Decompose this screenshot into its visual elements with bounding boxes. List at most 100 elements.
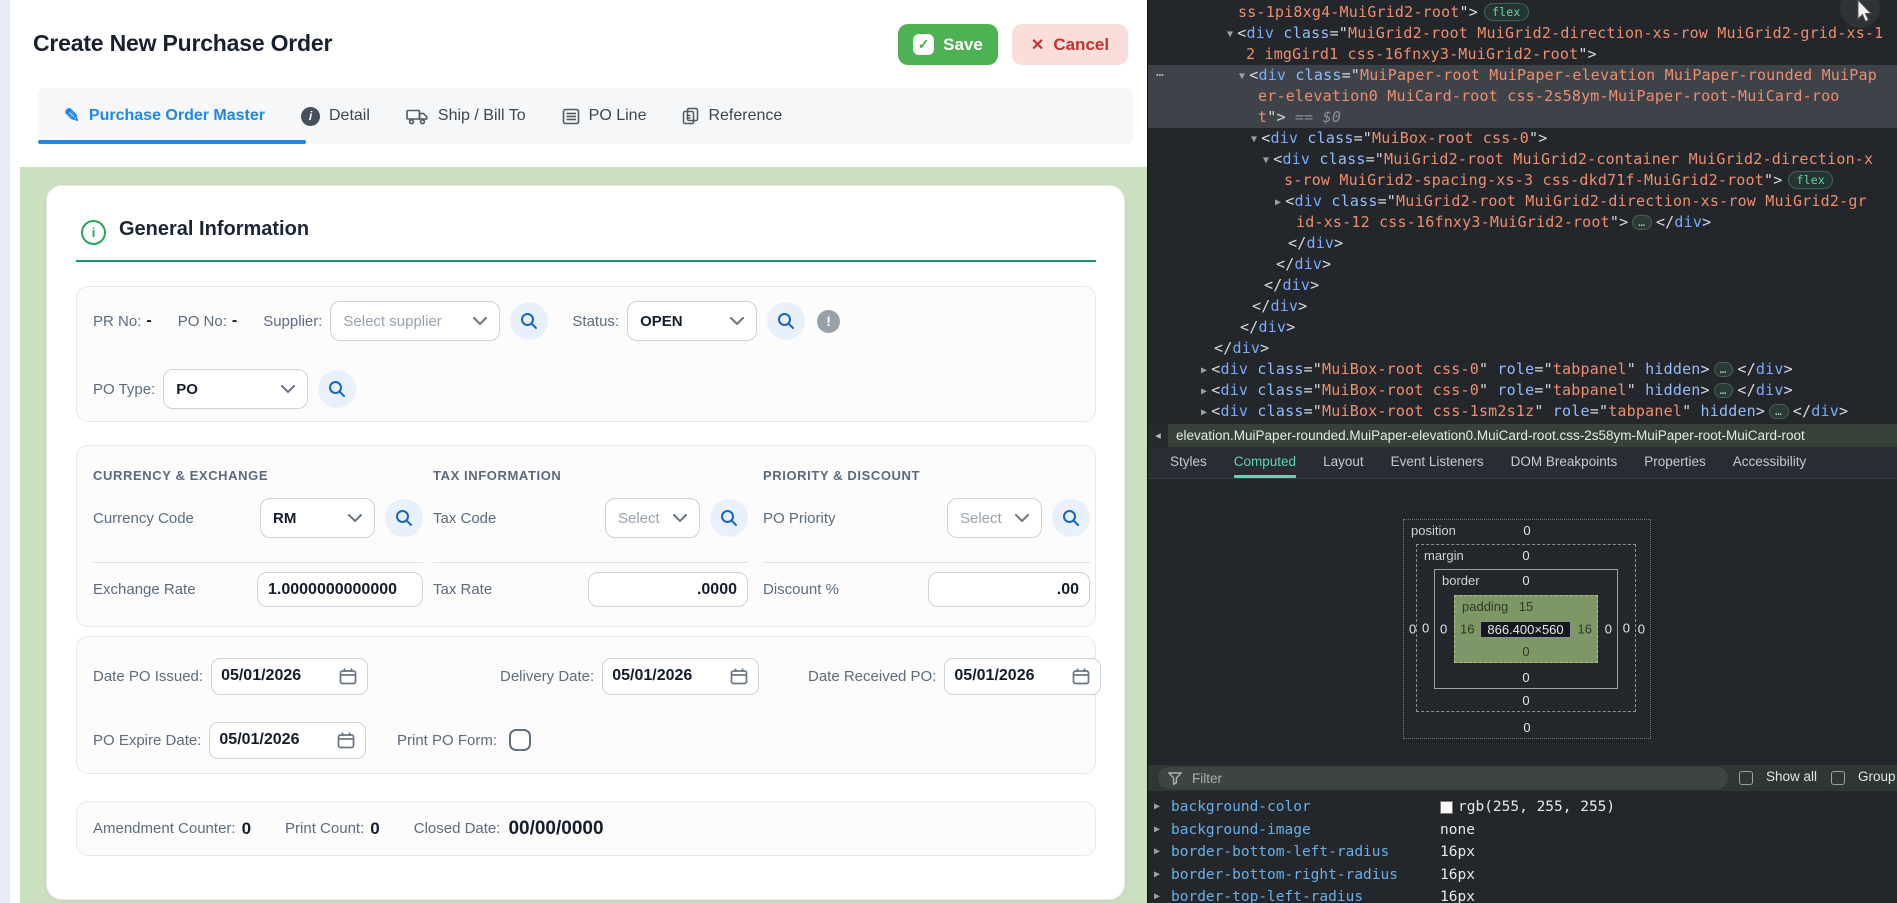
- breadcrumb[interactable]: elevation.MuiPaper-rounded.MuiPaper-elev…: [1168, 428, 1805, 443]
- print-po-form-checkbox[interactable]: [509, 729, 531, 751]
- disclosure-arrow-icon[interactable]: ▼: [1227, 24, 1233, 44]
- filter-input[interactable]: [1190, 770, 1674, 787]
- devtools-tab-dom-breakpoints[interactable]: DOM Breakpoints: [1511, 447, 1618, 478]
- computed-property-row[interactable]: ▶background-imagenone: [1148, 819, 1897, 842]
- disclosure-arrow-icon[interactable]: ▶: [1201, 360, 1207, 380]
- devtools-tab-properties[interactable]: Properties: [1644, 447, 1706, 478]
- dom-tree-row[interactable]: ▶<div class="MuiBox-root css-0" role="ta…: [1148, 359, 1897, 380]
- disclosure-arrow-icon[interactable]: ▼: [1239, 66, 1245, 86]
- status-search-button[interactable]: [767, 302, 805, 340]
- discount-input[interactable]: .00: [928, 572, 1090, 607]
- currency-search-button[interactable]: [385, 499, 423, 537]
- box-model-padding[interactable]: padding 15 0 16 16 866.400×560: [1454, 595, 1598, 663]
- date-po-issued-input[interactable]: 05/01/2026: [211, 658, 368, 695]
- tab-purchase-order-master[interactable]: ✎ Purchase Order Master: [64, 105, 265, 128]
- dom-tree-row[interactable]: </div>: [1148, 233, 1897, 254]
- dom-tree-row[interactable]: </div>: [1148, 296, 1897, 317]
- disclosure-arrow-icon[interactable]: ▶: [1275, 192, 1281, 212]
- computed-property-row[interactable]: ▶border-bottom-right-radius16px: [1148, 864, 1897, 887]
- expand-ellipsis-icon[interactable]: …: [1714, 383, 1734, 398]
- expand-ellipsis-icon[interactable]: …: [1714, 362, 1734, 377]
- dom-tree-row[interactable]: ss-1pi8xg4-MuiGrid2-root">flex: [1148, 2, 1897, 23]
- expand-ellipsis-icon[interactable]: …: [1769, 404, 1789, 419]
- po-priority-search-button[interactable]: [1052, 499, 1090, 537]
- po-expire-date-input[interactable]: 05/01/2026: [209, 722, 366, 759]
- box-model-content[interactable]: 866.400×560: [1480, 621, 1571, 638]
- dom-tree-row[interactable]: ▶<div class="MuiGrid2-root MuiGrid2-dire…: [1148, 191, 1897, 212]
- box-model-margin[interactable]: margin 0 0 0 0 border 0 0 0 0 padding 15: [1416, 544, 1636, 712]
- tax-code-select[interactable]: Select: [605, 498, 700, 538]
- delivery-date-input[interactable]: 05/01/2026: [602, 658, 759, 695]
- dom-tree-row[interactable]: s-row MuiGrid2-spacing-xs-3 css-dkd71f-M…: [1148, 170, 1897, 191]
- tax-code-search-button[interactable]: [710, 499, 748, 537]
- code-text: s-row MuiGrid2-spacing-xs-3 css-dkd71f-M…: [1284, 171, 1764, 189]
- property-name[interactable]: border-top-left-radius: [1171, 886, 1363, 903]
- tab-detail[interactable]: i Detail: [301, 107, 370, 126]
- disclosure-arrow-icon[interactable]: ▶: [1154, 841, 1160, 864]
- disclosure-arrow-icon[interactable]: ▶: [1201, 402, 1207, 422]
- dom-tree-row[interactable]: t"> == $0: [1148, 107, 1897, 128]
- tab-reference[interactable]: Reference: [682, 107, 782, 125]
- breadcrumb-back-button[interactable]: ◂: [1148, 424, 1168, 447]
- disclosure-arrow-icon[interactable]: ▶: [1154, 886, 1160, 903]
- currency-code-select[interactable]: RM: [260, 498, 375, 538]
- group-checkbox[interactable]: [1831, 771, 1845, 785]
- devtools-tab-layout[interactable]: Layout: [1323, 447, 1364, 478]
- property-name[interactable]: background-image: [1171, 819, 1311, 842]
- dom-tree-row[interactable]: er-elevation0 MuiCard-root css-2s58ym-Mu…: [1148, 86, 1897, 107]
- dom-tree-row[interactable]: ▼<div class="MuiBox-root css-0">: [1148, 128, 1897, 149]
- devtools-tab-computed[interactable]: Computed: [1234, 447, 1296, 478]
- disclosure-arrow-icon[interactable]: ▶: [1154, 864, 1160, 887]
- page-title: Create New Purchase Order: [33, 30, 332, 57]
- disclosure-arrow-icon[interactable]: ▼: [1263, 150, 1269, 170]
- box-model-position[interactable]: position 0 0 0 0 margin 0 0 0 0 border 0…: [1403, 519, 1651, 739]
- content-background: i General Information PR No: - PO No: - …: [20, 167, 1157, 903]
- property-name[interactable]: border-bottom-left-radius: [1171, 841, 1389, 864]
- cancel-button-label: Cancel: [1053, 35, 1109, 55]
- po-priority-select[interactable]: Select: [947, 498, 1042, 538]
- dom-tree-row[interactable]: ▼<div class="MuiGrid2-root MuiGrid2-cont…: [1148, 149, 1897, 170]
- tab-po-line[interactable]: PO Line: [562, 107, 647, 125]
- code-text: >: [1756, 402, 1765, 420]
- devtools-tab-styles[interactable]: Styles: [1170, 447, 1207, 478]
- computed-property-row[interactable]: ▶background-colorrgb(255, 255, 255): [1148, 796, 1897, 819]
- po-type-search-button[interactable]: [318, 370, 356, 408]
- date-received-po-input[interactable]: 05/01/2026: [944, 658, 1101, 695]
- code-text: er-elevation0 MuiCard-root css-2s58ym-Mu…: [1258, 87, 1840, 105]
- dom-tree-row[interactable]: id-xs-12 css-16fnxy3-MuiGrid2-root">…</d…: [1148, 212, 1897, 233]
- tax-rate-input[interactable]: .0000: [588, 572, 748, 607]
- property-name[interactable]: background-color: [1171, 796, 1311, 819]
- devtools-tab-accessibility[interactable]: Accessibility: [1733, 447, 1807, 478]
- more-actions-icon[interactable]: ⋯: [1156, 65, 1165, 86]
- status-select[interactable]: OPEN: [627, 301, 757, 341]
- po-type-select[interactable]: PO: [163, 369, 308, 409]
- cancel-button[interactable]: ✕ Cancel: [1012, 24, 1128, 65]
- exchange-rate-input[interactable]: 1.0000000000000: [257, 572, 423, 607]
- property-name[interactable]: border-bottom-right-radius: [1171, 864, 1398, 887]
- computed-panel: position 0 0 0 0 margin 0 0 0 0 border 0…: [1148, 480, 1897, 765]
- computed-property-row[interactable]: ▶border-top-left-radius16px: [1148, 886, 1897, 903]
- dom-tree-row[interactable]: ⋯▼<div class="MuiPaper-root MuiPaper-ele…: [1148, 65, 1897, 86]
- supplier-select[interactable]: Select supplier: [330, 301, 500, 341]
- computed-property-row[interactable]: ▶border-bottom-left-radius16px: [1148, 841, 1897, 864]
- dom-tree-row[interactable]: </div>: [1148, 317, 1897, 338]
- devtools-tab-event-listeners[interactable]: Event Listeners: [1391, 447, 1484, 478]
- pr-no-value: -: [146, 312, 151, 330]
- box-model-border[interactable]: border 0 0 0 0 padding 15 0 16 16 866.40…: [1434, 569, 1618, 689]
- disclosure-arrow-icon[interactable]: ▼: [1251, 129, 1257, 149]
- disclosure-arrow-icon[interactable]: ▶: [1154, 796, 1160, 819]
- dom-tree-row[interactable]: </div>: [1148, 275, 1897, 296]
- dom-tree-row[interactable]: </div>: [1148, 338, 1897, 359]
- save-button[interactable]: ✓ Save: [898, 24, 998, 65]
- dom-tree-row[interactable]: ▶<div class="MuiBox-root css-1sm2s1z" ro…: [1148, 401, 1897, 422]
- dom-tree-row[interactable]: ▼<div class="MuiGrid2-root MuiGrid2-dire…: [1148, 23, 1897, 44]
- dom-tree-row[interactable]: 2 imgGird1 css-16fnxy3-MuiGrid2-root">: [1148, 44, 1897, 65]
- supplier-search-button[interactable]: [510, 302, 548, 340]
- dom-tree-row[interactable]: ▶<div class="MuiBox-root css-0" role="ta…: [1148, 380, 1897, 401]
- dom-tree-row[interactable]: </div>: [1148, 254, 1897, 275]
- disclosure-arrow-icon[interactable]: ▶: [1201, 381, 1207, 401]
- disclosure-arrow-icon[interactable]: ▶: [1154, 819, 1160, 842]
- show-all-checkbox[interactable]: [1739, 771, 1753, 785]
- expand-ellipsis-icon[interactable]: …: [1632, 215, 1652, 230]
- tab-ship-bill-to[interactable]: Ship / Bill To: [406, 107, 526, 125]
